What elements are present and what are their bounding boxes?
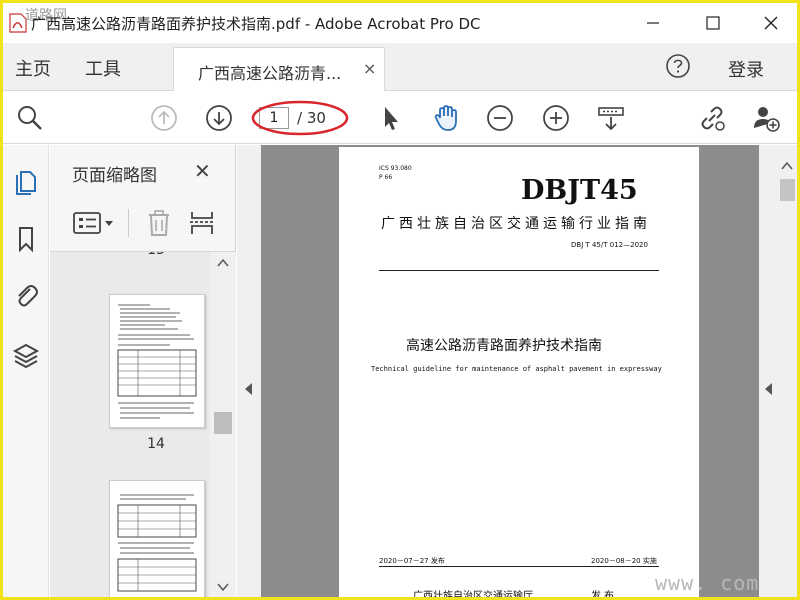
footer-rule — [379, 566, 659, 567]
close-window-button[interactable] — [759, 11, 783, 35]
share-link-icon[interactable] — [697, 103, 727, 133]
red-annotation-ellipse — [251, 100, 349, 136]
options-menu-icon[interactable] — [72, 211, 116, 237]
home-tab[interactable]: 主页 — [15, 55, 51, 81]
layers-icon[interactable] — [12, 341, 40, 369]
login-button[interactable]: 登录 — [728, 56, 764, 82]
page-thumbnails-panel: 页面缩略图 ✕ 14 — [50, 145, 236, 597]
document-tab[interactable]: 广西高速公路沥青... × — [173, 47, 385, 91]
standard-number: DBJ T 45/T 012—2020 — [571, 241, 648, 249]
issue-date: 2020－07－27 发布 — [379, 557, 445, 565]
thumbnail-content — [117, 304, 197, 419]
add-user-icon[interactable] — [751, 103, 781, 133]
document-tab-label: 广西高速公路沥青... — [198, 64, 342, 83]
search-zoom-icon[interactable] — [15, 103, 45, 133]
acrobat-window: 道路网 广西高速公路沥青路面养护技术指南.pdf - Adobe Acrobat… — [3, 3, 797, 597]
bookmark-icon[interactable] — [12, 225, 40, 253]
thumbnail-page-number: 14 — [147, 436, 165, 452]
issuer-suffix: 发 布 — [591, 591, 615, 597]
page-thumbnail[interactable] — [109, 294, 205, 428]
collapse-right-panel-handle[interactable] — [759, 145, 777, 597]
page-thumbnails-icon[interactable] — [12, 167, 40, 195]
menu-bar: 主页 工具 广西高速公路沥青... × 登录 — [3, 43, 797, 91]
attachment-icon[interactable] — [12, 281, 40, 309]
window-title: 广西高速公路沥青路面养护技术指南.pdf - Adobe Acrobat Pro… — [31, 15, 481, 33]
toolbar: 1 / 30 — [3, 92, 797, 144]
thumbnails-scroll-thumb[interactable] — [214, 412, 232, 434]
thumbnails-scrollbar[interactable] — [210, 252, 236, 597]
next-page-icon[interactable] — [204, 103, 234, 133]
ics-code: ICS 93.080 — [379, 165, 412, 172]
thumbnails-panel-title: 页面缩略图 — [72, 166, 157, 186]
select-cursor-icon[interactable] — [375, 103, 405, 133]
scroll-down-arrow-icon[interactable] — [217, 582, 229, 592]
document-title-en: Technical guideline for maintenance of a… — [371, 365, 662, 373]
zoom-out-icon[interactable] — [485, 103, 515, 133]
header-rule — [379, 270, 659, 271]
standard-code: DBJT45 — [521, 175, 638, 206]
tools-tab[interactable]: 工具 — [85, 55, 121, 81]
minimize-button[interactable] — [641, 11, 665, 35]
collapse-right-arrow-icon — [765, 383, 772, 395]
page-thumbnail[interactable] — [109, 480, 205, 597]
thumbnails-toolbar — [50, 199, 236, 249]
document-scroll-thumb[interactable] — [780, 179, 795, 201]
collapse-left-panel-handle[interactable] — [237, 145, 261, 597]
effective-date: 2020－08－20 实施 — [591, 557, 657, 565]
thumbnails-close-button[interactable]: ✕ — [194, 159, 211, 183]
document-title-cn: 高速公路沥青路面养护技术指南 — [406, 338, 602, 354]
toolbar-divider — [128, 209, 129, 237]
document-scrollbar[interactable] — [777, 145, 797, 597]
extract-page-icon[interactable] — [188, 209, 216, 237]
issuer: 广西壮族自治区交通运输厅 — [413, 591, 533, 597]
zoom-in-icon[interactable] — [541, 103, 571, 133]
previous-page-icon[interactable] — [149, 103, 179, 133]
help-icon[interactable] — [665, 53, 691, 79]
scroll-up-arrow-icon[interactable] — [781, 161, 793, 171]
scroll-up-arrow-icon[interactable] — [217, 258, 229, 268]
watermark-text: www. com — [655, 571, 760, 595]
document-tab-close-button[interactable]: × — [363, 59, 376, 78]
p-code: P 66 — [379, 174, 393, 181]
thumbnail-content — [117, 494, 197, 592]
maximize-button[interactable] — [701, 11, 725, 35]
delete-page-icon[interactable] — [146, 209, 172, 237]
organization-title: 广西壮族自治区交通运输行业指南 — [381, 216, 651, 232]
left-nav-rail — [3, 145, 49, 597]
document-viewer[interactable]: ICS 93.080 P 66 DBJT45 广西壮族自治区交通运输行业指南 D… — [261, 145, 759, 597]
scroll-mode-icon[interactable] — [596, 103, 626, 133]
thumbnail-page-number: 13 — [108, 252, 204, 258]
pdf-page: ICS 93.080 P 66 DBJT45 广西壮族自治区交通运输行业指南 D… — [339, 147, 699, 597]
title-bar: 道路网 广西高速公路沥青路面养护技术指南.pdf - Adobe Acrobat… — [3, 3, 797, 43]
hand-tool-icon[interactable] — [431, 103, 461, 133]
thumbnails-list: 13 — [50, 251, 236, 597]
collapse-left-arrow-icon — [245, 383, 252, 395]
